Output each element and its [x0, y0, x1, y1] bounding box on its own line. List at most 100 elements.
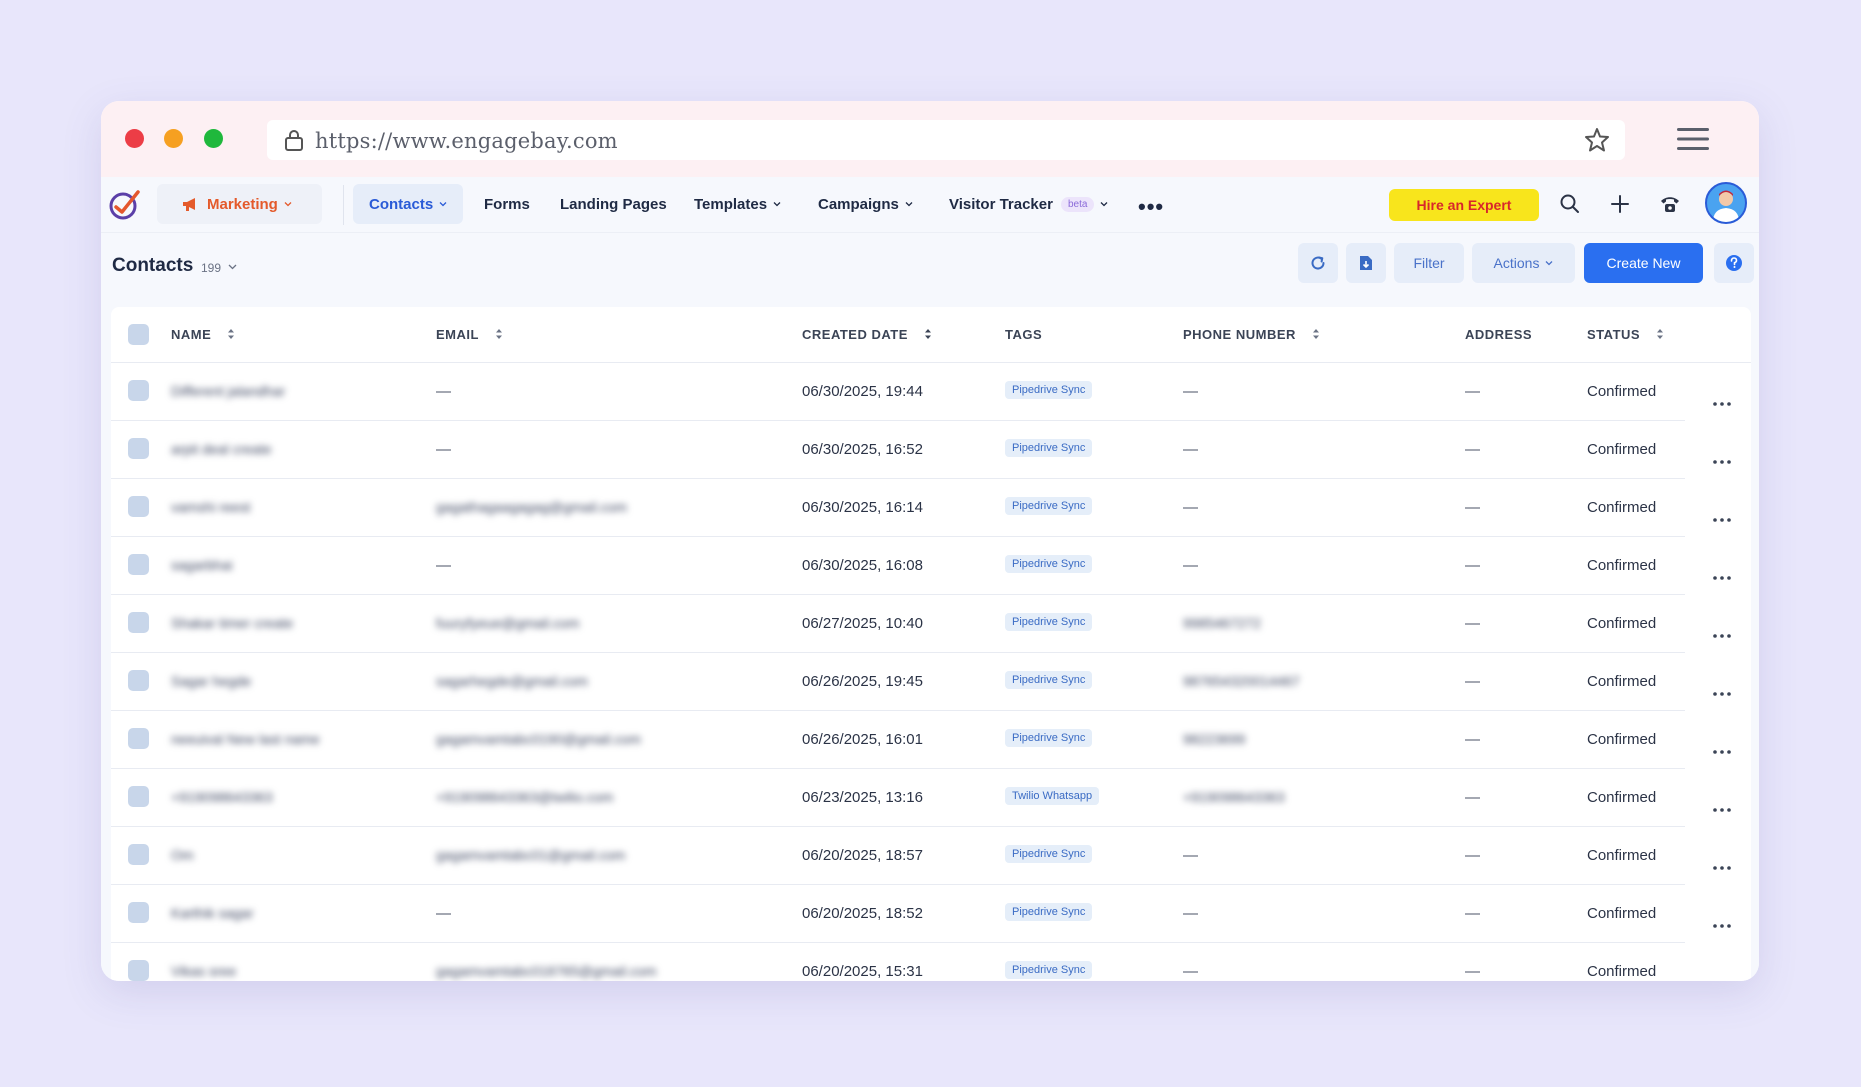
- refresh-button[interactable]: [1298, 243, 1338, 283]
- nav-landing-pages[interactable]: Landing Pages: [560, 184, 667, 224]
- column-email[interactable]: EMAIL: [436, 327, 503, 342]
- contact-name[interactable]: Karthik sagar: [171, 905, 253, 921]
- row-menu-icon[interactable]: [1712, 807, 1732, 813]
- sort-icon[interactable]: [1656, 328, 1664, 340]
- column-name[interactable]: NAME: [171, 327, 235, 342]
- nav-visitor-tracker[interactable]: Visitor Tracker beta: [949, 184, 1108, 224]
- table-row[interactable]: +919098643363 +919098643363@twilio.com 0…: [111, 769, 1685, 827]
- row-checkbox[interactable]: [128, 554, 149, 575]
- minimize-window-button[interactable]: [164, 129, 183, 148]
- row-checkbox[interactable]: [128, 728, 149, 749]
- contact-tag[interactable]: Pipedrive Sync: [1005, 439, 1093, 457]
- star-icon[interactable]: [1583, 126, 1611, 154]
- nav-contacts[interactable]: Contacts: [353, 184, 464, 224]
- contact-name[interactable]: Vikas sree: [171, 963, 236, 979]
- column-status[interactable]: STATUS: [1587, 327, 1664, 342]
- contact-tag[interactable]: Pipedrive Sync: [1005, 555, 1093, 573]
- close-window-button[interactable]: [125, 129, 144, 148]
- row-menu-icon[interactable]: [1712, 691, 1732, 697]
- contact-name[interactable]: Om: [171, 847, 194, 863]
- actions-button[interactable]: Actions: [1472, 243, 1575, 283]
- sort-icon[interactable]: [924, 328, 932, 340]
- table-row[interactable]: vamshi reest gagathagaagagag@gmail.com 0…: [111, 479, 1685, 537]
- contact-name[interactable]: +919098643363: [171, 789, 273, 805]
- row-checkbox[interactable]: [128, 902, 149, 923]
- row-menu-icon[interactable]: [1712, 749, 1732, 755]
- plus-icon[interactable]: [1608, 192, 1632, 216]
- contact-name[interactable]: arpit deal create: [171, 441, 271, 457]
- phone-icon[interactable]: [1658, 192, 1682, 216]
- contact-tag[interactable]: Pipedrive Sync: [1005, 729, 1093, 747]
- contact-phone: —: [1183, 905, 1198, 922]
- select-all-checkbox[interactable]: [128, 324, 149, 345]
- nav-templates-label: Templates: [694, 195, 768, 213]
- row-checkbox[interactable]: [128, 438, 149, 459]
- create-new-button[interactable]: Create New: [1584, 243, 1703, 283]
- marketing-menu-button[interactable]: Marketing: [157, 184, 322, 224]
- contact-name[interactable]: Sagar hegde: [171, 673, 251, 689]
- row-menu-icon[interactable]: [1712, 401, 1732, 407]
- row-menu-icon[interactable]: [1712, 575, 1732, 581]
- contact-tag[interactable]: Pipedrive Sync: [1005, 961, 1093, 979]
- maximize-window-button[interactable]: [204, 129, 223, 148]
- row-menu-icon[interactable]: [1712, 459, 1732, 465]
- contact-phone: —: [1183, 383, 1198, 400]
- row-checkbox[interactable]: [128, 670, 149, 691]
- contact-name[interactable]: Shakar timer create: [171, 615, 293, 631]
- table-row[interactable]: Shakar timer create fuuryfyeue@gmail.com…: [111, 595, 1685, 653]
- sort-icon[interactable]: [1312, 328, 1320, 340]
- chevron-down-icon[interactable]: [228, 262, 237, 271]
- sort-icon[interactable]: [495, 328, 503, 340]
- more-icon[interactable]: •••: [1138, 194, 1164, 220]
- contact-tag[interactable]: Twilio Whatsapp: [1005, 787, 1100, 805]
- actions-label: Actions: [1493, 255, 1540, 271]
- avatar[interactable]: [1705, 182, 1747, 224]
- hamburger-icon[interactable]: [1677, 125, 1709, 153]
- contact-count[interactable]: 199: [201, 261, 221, 275]
- table-row[interactable]: neeuival New last name gagamvamtabc0190@…: [111, 711, 1685, 769]
- contact-name[interactable]: neeuival New last name: [171, 731, 320, 747]
- table-row[interactable]: Om gagamvamtabc01@gmail.com 06/20/2025, …: [111, 827, 1685, 885]
- contact-tag[interactable]: Pipedrive Sync: [1005, 497, 1093, 515]
- row-checkbox[interactable]: [128, 612, 149, 633]
- row-menu-icon[interactable]: [1712, 865, 1732, 871]
- contact-name[interactable]: Different jalandhar: [171, 383, 285, 399]
- import-button[interactable]: [1346, 243, 1386, 283]
- row-checkbox[interactable]: [128, 380, 149, 401]
- column-created-date[interactable]: CREATED DATE: [802, 327, 932, 342]
- contact-tag[interactable]: Pipedrive Sync: [1005, 671, 1093, 689]
- table-row[interactable]: arpit deal create — 06/30/2025, 16:52 Pi…: [111, 421, 1685, 479]
- table-row[interactable]: Different jalandhar — 06/30/2025, 19:44 …: [111, 363, 1685, 421]
- lock-icon: [285, 130, 303, 151]
- nav-forms[interactable]: Forms: [484, 184, 530, 224]
- table-row[interactable]: Sagar hegde sagarhegde@gmail.com 06/26/2…: [111, 653, 1685, 711]
- row-menu-icon[interactable]: [1712, 517, 1732, 523]
- row-menu-icon[interactable]: [1712, 633, 1732, 639]
- contact-phone: —: [1183, 847, 1198, 864]
- nav-campaigns[interactable]: Campaigns: [818, 184, 913, 224]
- row-checkbox[interactable]: [128, 960, 149, 981]
- column-phone[interactable]: PHONE NUMBER: [1183, 327, 1320, 342]
- sort-icon[interactable]: [227, 328, 235, 340]
- contact-tag[interactable]: Pipedrive Sync: [1005, 381, 1093, 399]
- row-checkbox[interactable]: [128, 496, 149, 517]
- row-menu-icon[interactable]: [1712, 923, 1732, 929]
- help-button[interactable]: [1714, 243, 1754, 283]
- contact-name[interactable]: sagarbhai: [171, 557, 233, 573]
- hire-expert-button[interactable]: Hire an Expert: [1389, 189, 1539, 221]
- row-checkbox[interactable]: [128, 844, 149, 865]
- row-checkbox[interactable]: [128, 786, 149, 807]
- logo-icon[interactable]: [107, 186, 143, 222]
- table-row[interactable]: Karthik sagar — 06/20/2025, 18:52 Pipedr…: [111, 885, 1685, 943]
- search-icon[interactable]: [1558, 192, 1582, 216]
- address-bar[interactable]: https://www.engagebay.com: [267, 120, 1625, 160]
- contact-created-date: 06/20/2025, 18:57: [802, 847, 923, 864]
- contact-name[interactable]: vamshi reest: [171, 499, 250, 515]
- contact-tag[interactable]: Pipedrive Sync: [1005, 845, 1093, 863]
- table-row[interactable]: Vikas sree gagamvamtabc018765@gmail.com …: [111, 943, 1685, 981]
- contact-tag[interactable]: Pipedrive Sync: [1005, 903, 1093, 921]
- filter-button[interactable]: Filter: [1394, 243, 1464, 283]
- nav-templates[interactable]: Templates: [694, 184, 781, 224]
- contact-tag[interactable]: Pipedrive Sync: [1005, 613, 1093, 631]
- table-row[interactable]: sagarbhai — 06/30/2025, 16:08 Pipedrive …: [111, 537, 1685, 595]
